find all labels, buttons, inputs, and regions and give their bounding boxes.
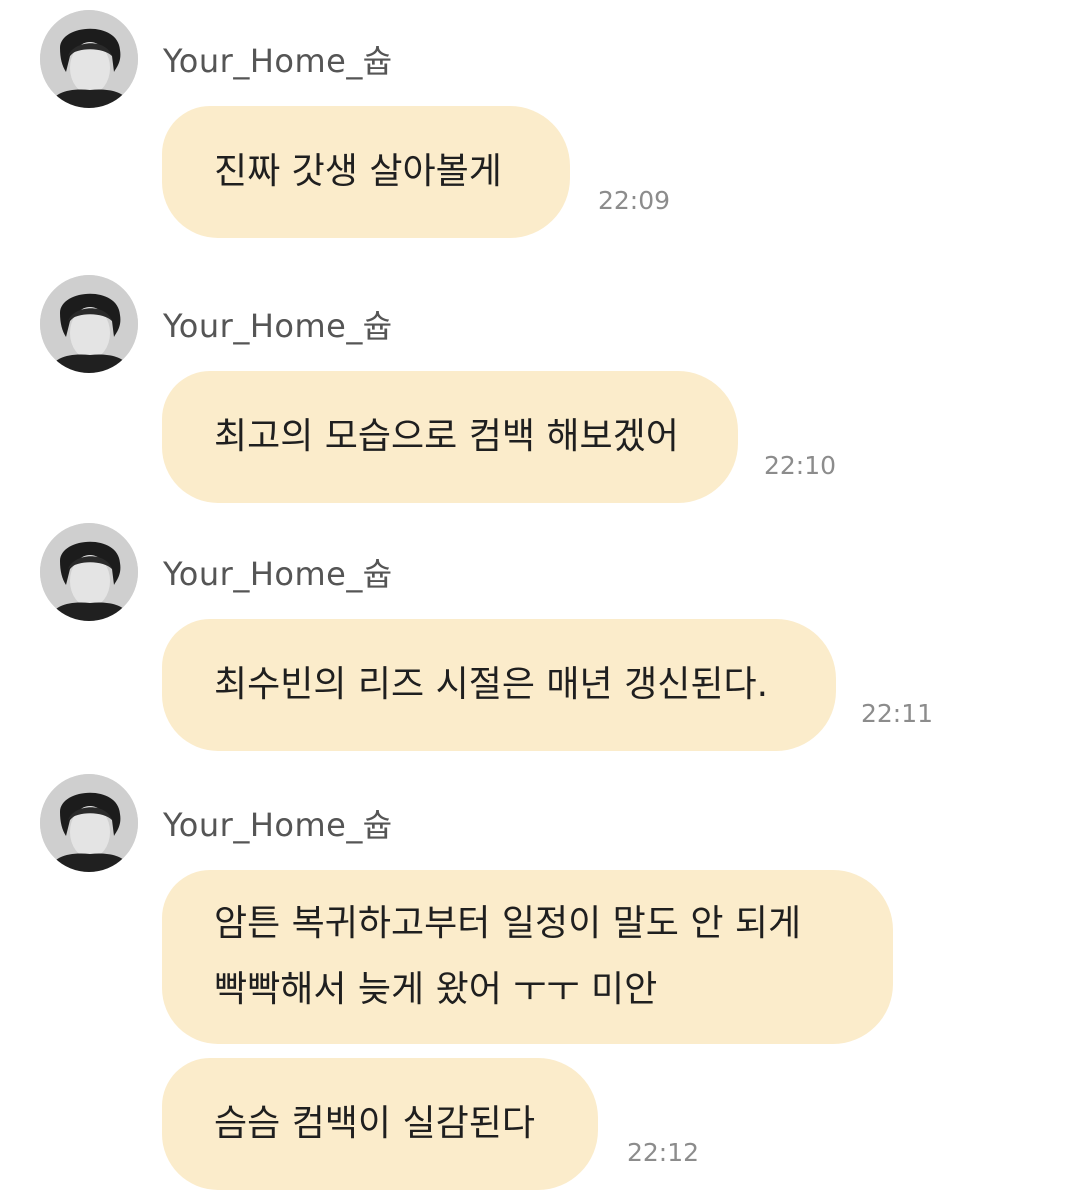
profile-avatar[interactable] (40, 774, 138, 872)
chat-view: Your_Home_슙 진짜 갓생 살아볼게 22:09 Your_Home_슙… (0, 0, 1072, 1200)
profile-avatar[interactable] (40, 10, 138, 108)
profile-avatar[interactable] (40, 275, 138, 373)
message-bubble[interactable]: 암튼 복귀하고부터 일정이 말도 안 되게 빡빡해서 늦게 왔어 ㅜㅜ 미안 (162, 870, 893, 1044)
message-text: 슴슴 컴백이 실감된다 (214, 1103, 535, 1144)
message-time: 22:12 (627, 1138, 700, 1167)
profile-photo-avatar-icon (40, 523, 138, 621)
message-text: 최수빈의 리즈 시절은 매년 갱신된다. (214, 664, 769, 705)
message-text: 암튼 복귀하고부터 일정이 말도 안 되게 (214, 903, 802, 944)
sender-name: Your_Home_슙 (163, 307, 393, 345)
profile-photo-avatar-icon (40, 275, 138, 373)
message-bubble[interactable]: 최수빈의 리즈 시절은 매년 갱신된다. (162, 619, 836, 751)
message-text: 빡빡해서 늦게 왔어 ㅜㅜ 미안 (214, 969, 658, 1010)
message-time: 22:09 (598, 186, 671, 215)
sender-name: Your_Home_슙 (163, 555, 393, 593)
profile-avatar[interactable] (40, 523, 138, 621)
message-text: 진짜 갓생 살아볼게 (214, 151, 502, 192)
message-bubble[interactable]: 슴슴 컴백이 실감된다 (162, 1058, 598, 1190)
message-time: 22:10 (764, 451, 837, 480)
sender-name: Your_Home_슙 (163, 806, 393, 844)
sender-name: Your_Home_슙 (163, 42, 393, 80)
message-time: 22:11 (861, 699, 934, 728)
profile-photo-avatar-icon (40, 774, 138, 872)
profile-photo-avatar-icon (40, 10, 138, 108)
message-bubble[interactable]: 진짜 갓생 살아볼게 (162, 106, 570, 238)
message-bubble[interactable]: 최고의 모습으로 컴백 해보겠어 (162, 371, 738, 503)
message-text: 최고의 모습으로 컴백 해보겠어 (214, 416, 679, 457)
